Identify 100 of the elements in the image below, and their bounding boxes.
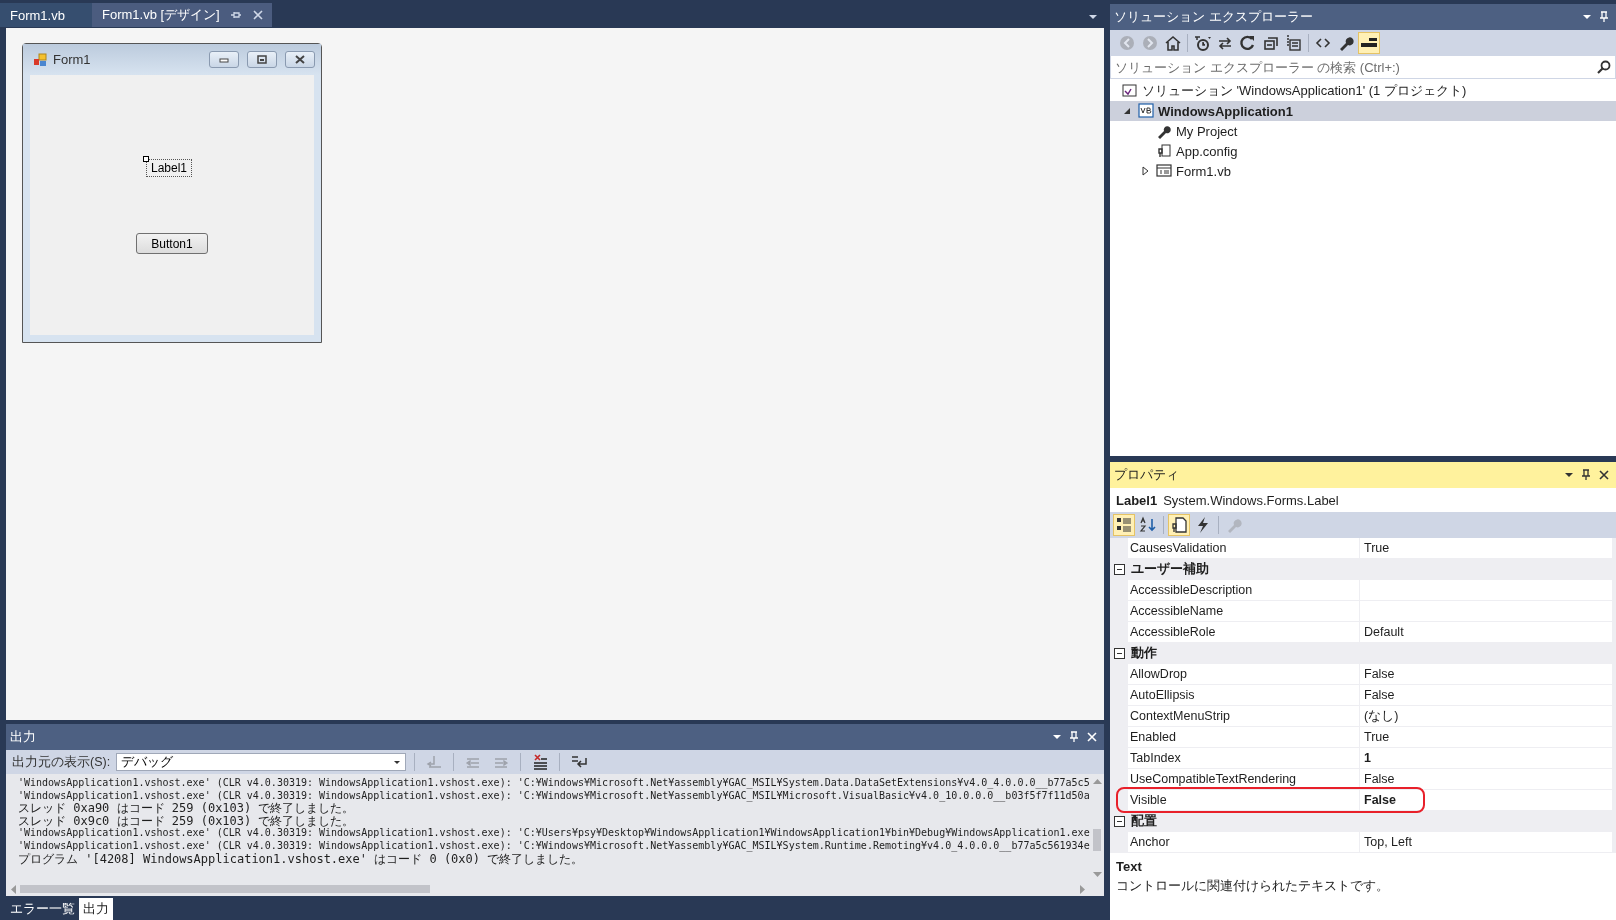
property-name: CausesValidation	[1130, 541, 1227, 555]
output-source-label: 出力元の表示(S):	[12, 753, 111, 771]
right-arrow-icon	[1080, 884, 1086, 894]
category-name: 動作	[1131, 644, 1157, 662]
property-name: Visible	[1130, 793, 1167, 807]
property-value: False	[1360, 790, 1612, 810]
pin-icon[interactable]	[1580, 469, 1592, 481]
close-button[interactable]	[285, 51, 315, 68]
label-control[interactable]: Label1	[145, 159, 192, 177]
collapse-icon[interactable]	[1114, 815, 1125, 827]
output-source-dropdown[interactable]: デバッグ	[116, 753, 407, 771]
solution-icon	[1122, 83, 1138, 99]
panel-tab[interactable]: エラー一覧	[6, 898, 79, 920]
property-pages-icon	[1170, 516, 1188, 534]
dropdown-icon[interactable]	[1088, 12, 1098, 22]
alphabetical-icon	[1139, 516, 1157, 534]
property-name: Enabled	[1130, 730, 1176, 744]
panel-tab[interactable]: 出力	[79, 898, 113, 920]
search-icon	[1597, 60, 1611, 74]
collapse-icon[interactable]	[1114, 563, 1125, 575]
property-name: TabIndex	[1130, 751, 1181, 765]
caret-icon	[393, 758, 402, 766]
preview-icon	[1361, 38, 1377, 47]
collapse-icon[interactable]	[1114, 647, 1125, 659]
window-title: Form1	[53, 52, 92, 67]
output-line: 'WindowsApplication1.vshost.exe' (CLR v4.0.30319: WindowsApplication1.vshost.exe): 'C:¥Windows¥Microsoft.Net¥assembly¥GAC_MSIL¥Microsoft.VisualBasic¥v4.0_10.0.0.0__b03f5f7f11d50a	[18, 789, 1090, 802]
search-field[interactable]: ソリューション エクスプローラー の検索 (Ctrl+:)	[1115, 59, 1597, 75]
scroll-thumb[interactable]	[1093, 829, 1101, 851]
form-file-icon	[1156, 163, 1172, 179]
button-control[interactable]: Button1	[136, 233, 208, 254]
down-arrow-icon	[1092, 872, 1102, 878]
description-title: Text	[1116, 859, 1143, 874]
output-line: 'WindowsApplication1.vshost.exe' (CLR v4.0.30319: WindowsApplication1.vshost.exe): 'C:¥Windows¥Microsoft.Net¥assembly¥GAC_MSIL¥System.Runtime.Remoting¥v4.0_4.0.0.0__b77a5c561934e	[18, 839, 1090, 853]
document-tab[interactable]: Form1.vb [デザイン]	[92, 3, 272, 27]
wrench-icon	[1156, 123, 1172, 139]
maximize-button[interactable]	[247, 51, 277, 68]
up-arrow-icon	[1092, 778, 1102, 784]
home-icon	[1164, 33, 1182, 52]
dropdown-icon[interactable]	[1564, 470, 1574, 480]
object-type: System.Windows.Forms.Label	[1163, 492, 1339, 508]
property-value: Top, Left	[1360, 832, 1612, 852]
property-name: AllowDrop	[1130, 667, 1187, 681]
categorized-button[interactable]	[1113, 514, 1135, 536]
property-name: AccessibleName	[1130, 604, 1224, 618]
minimize-button[interactable]	[209, 51, 239, 68]
config-file-icon	[1156, 143, 1172, 159]
property-value: True	[1360, 727, 1612, 747]
property-name: Anchor	[1130, 835, 1170, 849]
output-line: スレッド 0xa90 はコード 259 (0x103) で終了しました。	[18, 802, 356, 815]
category-name: ユーザー補助	[1131, 560, 1209, 578]
vb-project-icon	[1138, 103, 1154, 119]
dropdown-icon[interactable]	[1582, 12, 1592, 22]
object-name: Label1	[1116, 492, 1158, 508]
close-icon[interactable]	[1598, 469, 1610, 481]
find-message-icon	[425, 753, 444, 771]
form-icon	[33, 52, 47, 67]
output-line: スレッド 0x9c0 はコード 259 (0x103) で終了しました。	[18, 814, 356, 828]
property-value: Default	[1360, 622, 1612, 642]
output-line: プログラム '[4208] WindowsApplication1.vshost.exe' はコード 0 (0x0) で終了しました。	[18, 852, 584, 866]
property-value: False	[1360, 769, 1612, 789]
property-value: False	[1360, 685, 1612, 705]
description-text: コントロールに関連付けられたテキストです。	[1116, 878, 1390, 895]
panel-title: プロパティ	[1114, 466, 1180, 484]
search-box[interactable]: ソリューション エクスプローラー の検索 (Ctrl+:)	[1110, 55, 1616, 79]
preview-button[interactable]	[1358, 31, 1380, 54]
output-line: 'WindowsApplication1.vshost.exe' (CLR v4.0.30319: WindowsApplication1.vshost.exe): 'C:¥Windows¥Microsoft.Net¥assembly¥GAC_MSIL¥System.Data.DataSetExtensions¥v4.0_4.0.0.0__b77a5c5	[18, 777, 1090, 790]
tree-item[interactable]: My Project	[1110, 121, 1616, 141]
property-value: False	[1360, 664, 1612, 684]
property-name: UseCompatibleTextRendering	[1130, 772, 1297, 786]
tree-item[interactable]: ソリューション 'WindowsApplication1' (1 プロジェクト)	[1110, 81, 1616, 101]
history-icon	[1193, 33, 1211, 52]
tree-item[interactable]: Form1.vb	[1110, 161, 1616, 181]
property-value: (なし)	[1360, 706, 1612, 726]
property-name: ContextMenuStrip	[1130, 709, 1231, 723]
tree-item[interactable]: App.config	[1110, 141, 1616, 161]
collapsed-arrow-icon[interactable]	[1141, 166, 1149, 176]
property-name: AutoEllipsis	[1130, 688, 1195, 702]
property-value: True	[1360, 538, 1612, 558]
tree-item[interactable]: WindowsApplication1	[1110, 101, 1616, 121]
scroll-thumb[interactable]	[20, 885, 430, 893]
property-pages-button[interactable]	[1168, 514, 1190, 536]
categorized-icon	[1115, 516, 1133, 534]
clear-all-icon	[531, 753, 550, 771]
expanded-arrow-icon[interactable]	[1123, 107, 1131, 115]
back-icon	[1118, 33, 1136, 52]
refresh-icon	[1239, 33, 1257, 52]
document-tab[interactable]: Form1.vb	[0, 3, 92, 27]
show-all-files-icon	[1285, 33, 1303, 52]
left-arrow-icon	[10, 884, 16, 894]
output-line: 'WindowsApplication1.vshost.exe' (CLR v4.0.30319: WindowsApplication1.vshost.exe): 'C:¥Users¥psy¥Desktop¥WindowsApplication1¥WindowsApplication1¥bin¥Debug¥WindowsApplication1.exe	[18, 827, 1090, 840]
pin-icon[interactable]	[229, 9, 242, 21]
forward-icon	[1141, 33, 1159, 52]
category-name: 配置	[1131, 812, 1157, 830]
resize-handle[interactable]	[142, 156, 149, 162]
property-name: AccessibleRole	[1130, 625, 1216, 639]
dropdown-icon[interactable]	[1052, 732, 1062, 742]
panel-title: 出力	[10, 728, 37, 746]
property-name: AccessibleDescription	[1130, 583, 1253, 597]
property-value: 1	[1360, 748, 1612, 768]
panel-title: ソリューション エクスプローラー	[1114, 8, 1314, 26]
